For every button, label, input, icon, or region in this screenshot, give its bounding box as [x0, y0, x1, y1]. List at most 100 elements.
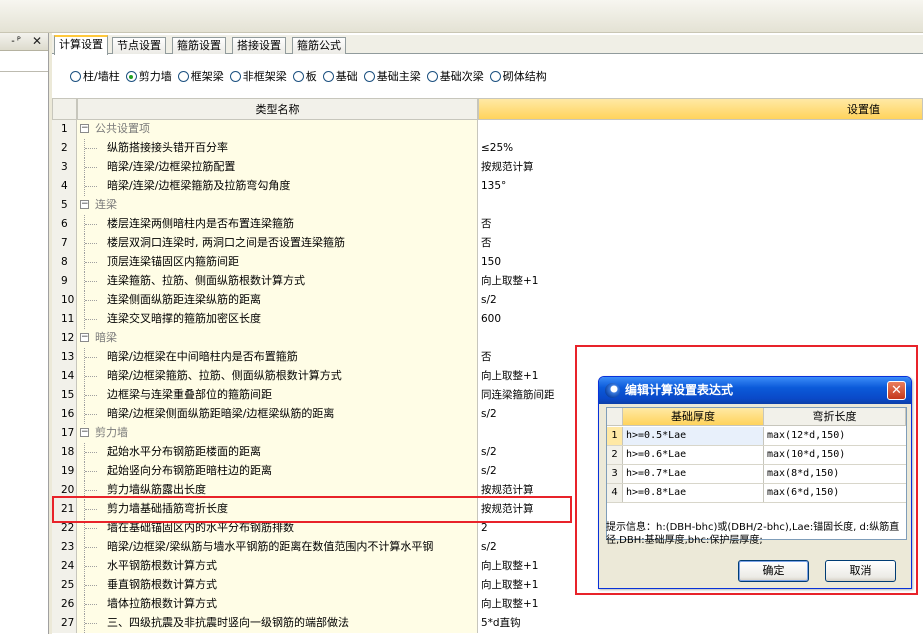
bend-length-cell[interactable]: max(10*d,150) [764, 446, 906, 464]
radio-option[interactable]: 砌体结构 [489, 68, 547, 84]
tree-connector [85, 490, 97, 491]
setting-label: 暗梁/连梁/边框梁箍筋及拉筋弯勾角度 [107, 179, 291, 192]
radio-button[interactable] [292, 71, 304, 82]
collapse-icon[interactable]: − [80, 124, 89, 133]
bend-length-cell[interactable]: max(8*d,150) [764, 465, 906, 483]
hint-text: 提示信息：h:(DBH-bhc)或(DBH/2-bhc),Lae:锚固长度, d… [606, 522, 900, 546]
setting-value-cell[interactable]: ≤25% [478, 139, 923, 158]
foundation-thickness-cell[interactable]: h>=0.7*Lae [623, 465, 764, 483]
table-row[interactable]: 4 暗梁/连梁/边框梁箍筋及拉筋弯勾角度 135° [52, 177, 923, 196]
setting-value-cell[interactable]: 向上取整+1 [478, 272, 923, 291]
setting-value-cell[interactable]: 600 [478, 310, 923, 329]
radio-option[interactable]: 基础主梁 [363, 68, 421, 84]
type-name-cell: − 连梁 [77, 196, 478, 215]
radio-button[interactable] [177, 71, 189, 82]
setting-value-cell[interactable]: 150 [478, 253, 923, 272]
cancel-button[interactable]: 取消 [825, 560, 896, 582]
tree-connector [85, 452, 97, 453]
radio-option[interactable]: 非框架梁 [229, 68, 287, 84]
radio-button[interactable] [363, 71, 375, 82]
foundation-thickness-cell[interactable]: h>=0.5*Lae [623, 427, 764, 445]
tab-stirrup-formula[interactable]: 箍筋公式 [292, 37, 346, 54]
radio-button[interactable] [70, 71, 81, 82]
table-row[interactable]: 8 顶层连梁锚固区内箍筋间距 150 [52, 253, 923, 272]
radio-option[interactable]: 框架梁 [177, 68, 224, 84]
pin-icon[interactable]: -ᴾ [6, 35, 26, 48]
setting-value-cell[interactable]: s/2 [478, 291, 923, 310]
tab-bar: 计算设置 节点设置 箍筋设置 搭接设置 箍筋公式 [52, 35, 923, 55]
tab-lap-settings[interactable]: 搭接设置 [232, 37, 286, 54]
radio-option[interactable]: 柱/墙柱 [70, 68, 120, 84]
tab-node-settings[interactable]: 节点设置 [112, 37, 166, 54]
table-row[interactable]: 27 三、四级抗震及非抗震时竖向一级钢筋的端部做法 5*d直钩 [52, 614, 923, 633]
tab-stirrup-settings[interactable]: 箍筋设置 [172, 37, 226, 54]
ok-button[interactable]: 确定 [738, 560, 809, 582]
setting-value-cell[interactable]: 5*d直钩 [478, 614, 923, 633]
setting-label: 暗梁/边框梁箍筋、拉筋、侧面纵筋根数计算方式 [107, 369, 342, 382]
setting-label: 楼层连梁两侧暗柱内是否布置连梁箍筋 [107, 217, 294, 230]
radio-option[interactable]: 剪力墙 [125, 68, 172, 84]
tree-connector [85, 300, 97, 301]
tree-connector [85, 547, 97, 548]
row-number: 18 [52, 443, 77, 462]
close-icon[interactable]: ✕ [887, 381, 906, 400]
type-name-cell: 连梁交叉暗撑的箍筋加密区长度 [77, 310, 478, 329]
setting-label: 水平钢筋根数计算方式 [107, 559, 217, 572]
table-row[interactable]: 3 暗梁/连梁/边框梁拉筋配置 按规范计算 [52, 158, 923, 177]
foundation-thickness-cell[interactable]: h>=0.6*Lae [623, 446, 764, 464]
close-icon[interactable]: ✕ [29, 34, 45, 49]
type-name-cell: 暗梁/边框梁侧面纵筋距暗梁/边框梁纵筋的距离 [77, 405, 478, 424]
table-row[interactable]: 26 墙体拉筋根数计算方式 向上取整+1 [52, 595, 923, 614]
table-row[interactable]: 9 连梁箍筋、拉筋、侧面纵筋根数计算方式 向上取整+1 [52, 272, 923, 291]
tab-calc-settings[interactable]: 计算设置 [54, 35, 108, 55]
table-row[interactable]: 11 连梁交叉暗撑的箍筋加密区长度 600 [52, 310, 923, 329]
tree-connector [85, 604, 97, 605]
setting-label: 暗梁/连梁/边框梁拉筋配置 [107, 160, 236, 173]
radio-button[interactable] [426, 71, 438, 82]
radio-label: 非框架梁 [242, 70, 287, 83]
table-row[interactable]: 2 h>=0.6*Lae max(10*d,150) [607, 446, 906, 465]
radio-option[interactable]: 基础 [322, 68, 358, 84]
table-row[interactable]: 6 楼层连梁两侧暗柱内是否布置连梁箍筋 否 [52, 215, 923, 234]
group-row[interactable]: 1− 公共设置项 [52, 120, 923, 139]
collapse-icon[interactable]: − [80, 428, 89, 437]
setting-value-cell[interactable]: 否 [478, 215, 923, 234]
setting-value-cell [478, 120, 923, 139]
radio-button[interactable] [229, 71, 241, 82]
setting-value-cell[interactable]: 135° [478, 177, 923, 196]
radio-option[interactable]: 板 [292, 68, 317, 84]
row-number: 4 [52, 177, 77, 196]
table-row[interactable]: 2 纵筋搭接接头错开百分率 ≤25% [52, 139, 923, 158]
radio-button[interactable] [125, 71, 137, 82]
collapse-icon[interactable]: − [80, 333, 89, 342]
table-row[interactable]: 7 楼层双洞口连梁时, 两洞口之间是否设置连梁箍筋 否 [52, 234, 923, 253]
type-name-cell: 顶层连梁锚固区内箍筋间距 [77, 253, 478, 272]
group-row[interactable]: 5− 连梁 [52, 196, 923, 215]
type-name-cell: 暗梁/连梁/边框梁箍筋及拉筋弯勾角度 [77, 177, 478, 196]
setting-value-cell[interactable]: 向上取整+1 [478, 595, 923, 614]
radio-option[interactable]: 基础次梁 [426, 68, 484, 84]
collapse-icon[interactable]: − [80, 200, 89, 209]
foundation-thickness-cell[interactable]: h>=0.8*Lae [623, 484, 764, 502]
setting-value-cell[interactable]: 否 [478, 234, 923, 253]
table-row[interactable]: 4 h>=0.8*Lae max(6*d,150) [607, 484, 906, 503]
setting-value-cell[interactable]: 按规范计算 [478, 158, 923, 177]
type-name-cell: 墙体拉筋根数计算方式 [77, 595, 478, 614]
dialog-titlebar[interactable]: 编辑计算设置表达式 ✕ [599, 377, 911, 404]
radio-button[interactable] [489, 71, 501, 82]
row-number: 19 [52, 462, 77, 481]
tree-connector [85, 243, 97, 244]
setting-label: 连梁交叉暗撑的箍筋加密区长度 [107, 312, 261, 325]
table-row[interactable]: 3 h>=0.7*Lae max(8*d,150) [607, 465, 906, 484]
grid-header: 类型名称 设置值 [52, 98, 923, 120]
bend-length-cell[interactable]: max(6*d,150) [764, 484, 906, 502]
row-number: 24 [52, 557, 77, 576]
radio-button[interactable] [322, 71, 334, 82]
table-row[interactable]: 10 连梁侧面纵筋距连梁纵筋的距离 s/2 [52, 291, 923, 310]
bend-length-cell[interactable]: max(12*d,150) [764, 427, 906, 445]
row-number: 6 [52, 215, 77, 234]
tree-connector [85, 224, 97, 225]
table-row[interactable]: 1 h>=0.5*Lae max(12*d,150) [607, 427, 906, 446]
row-number: 14 [52, 367, 77, 386]
row-number: 17 [52, 424, 77, 443]
